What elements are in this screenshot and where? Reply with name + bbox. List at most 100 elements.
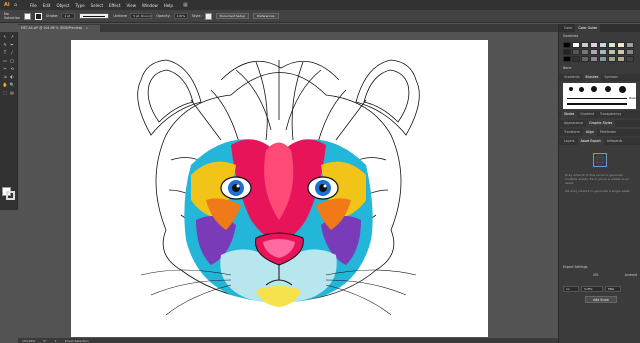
swatch[interactable] [599, 49, 607, 55]
swatch[interactable] [590, 49, 598, 55]
tab-gradient[interactable]: Gradient [577, 111, 597, 118]
swatch[interactable] [590, 56, 598, 62]
menu-edit[interactable]: Edit [43, 3, 51, 8]
menu-window[interactable]: Window [142, 3, 158, 8]
document-tab[interactable]: MET-A4.ai* @ 104.96 % (RGB/Preview) × [18, 25, 100, 32]
swatch[interactable] [617, 49, 625, 55]
swatch[interactable] [617, 56, 625, 62]
tab-transparency[interactable]: Transparency [597, 111, 624, 118]
stroke-swatch[interactable] [35, 12, 42, 20]
shape-builder-icon[interactable]: ◐ [9, 74, 15, 79]
swatch[interactable] [617, 42, 625, 48]
swatch[interactable] [572, 49, 580, 55]
ios-preset[interactable]: iOS [593, 273, 598, 277]
selection-tool-icon[interactable]: ↖ [2, 34, 8, 39]
add-scale-button[interactable]: Add Scale [585, 296, 617, 303]
swatch[interactable] [599, 42, 607, 48]
tab-appearance[interactable]: Appearance [561, 120, 586, 127]
profile-label[interactable]: Uniform [113, 14, 127, 18]
menu-type[interactable]: Type [75, 3, 84, 8]
brush-stroke-preview[interactable] [567, 98, 627, 99]
variable-width-profile[interactable] [79, 13, 110, 19]
graphic-style-swatch[interactable] [204, 12, 212, 20]
swatch[interactable] [572, 42, 580, 48]
brush-dot[interactable] [619, 86, 626, 93]
menu-file[interactable]: File [30, 3, 37, 8]
zoom-tool-icon[interactable]: 🔍 [9, 82, 15, 87]
tab-align[interactable]: Align [582, 129, 597, 136]
asset-export-panel[interactable]: ⬚ Drag artwork to this panel to generate… [559, 145, 640, 235]
tab-brushes[interactable]: Brushes [582, 74, 602, 81]
swatch[interactable] [581, 42, 589, 48]
home-icon[interactable]: ⌂ [14, 2, 22, 8]
format-select[interactable]: PNG [605, 286, 621, 292]
artboard-tool-icon[interactable]: ⬚ [2, 90, 8, 95]
swatch[interactable] [563, 49, 571, 55]
android-preset[interactable]: Android [625, 273, 637, 277]
rotation-angle[interactable]: 0° [43, 339, 46, 343]
scissors-tool-icon[interactable]: ✂ [2, 66, 8, 71]
swatch[interactable] [581, 56, 589, 62]
type-tool-icon[interactable]: T [2, 50, 8, 55]
tab-stroke[interactable]: Stroke [561, 111, 578, 118]
zoom-level[interactable]: 104.96% [22, 339, 35, 343]
document-setup-button[interactable]: Document Setup [215, 13, 249, 19]
suffix-field[interactable]: Suffix [581, 286, 603, 292]
swatch[interactable] [626, 56, 634, 62]
brush-dot[interactable] [579, 87, 584, 92]
swatch[interactable] [608, 56, 616, 62]
tab-graphic-styles[interactable]: Graphic Styles [586, 120, 616, 127]
tab-color-guide[interactable]: Color Guide [575, 24, 601, 32]
stroke-label[interactable]: Stroke: [46, 14, 58, 18]
brush-dot[interactable] [605, 86, 611, 92]
swatch[interactable] [572, 56, 580, 62]
menu-help[interactable]: Help [164, 3, 173, 8]
pen-tool-icon[interactable]: ✒ [9, 42, 15, 47]
stroke-color-box[interactable] [6, 191, 15, 200]
brush-dot[interactable] [591, 86, 597, 92]
tab-symbols[interactable]: Symbols [601, 74, 621, 81]
tab-pathfinder[interactable]: Pathfinder [597, 129, 619, 136]
swatch[interactable] [608, 42, 616, 48]
swatch[interactable] [590, 42, 598, 48]
menu-select[interactable]: Select [91, 3, 103, 8]
stroke-weight-field[interactable]: 1 pt [61, 13, 76, 19]
swatch[interactable] [581, 49, 589, 55]
opacity-label[interactable]: Opacity: [156, 14, 170, 18]
tab-color[interactable]: Color [561, 24, 575, 32]
line-tool-icon[interactable]: / [9, 50, 15, 55]
close-icon[interactable]: × [85, 26, 88, 30]
tab-transform[interactable]: Transform [561, 129, 583, 136]
preferences-button[interactable]: Preferences [252, 13, 279, 19]
rotate-tool-icon[interactable]: ⟲ [9, 66, 15, 71]
tab-asset-export[interactable]: Asset Export [577, 138, 604, 145]
tab-artboards[interactable]: Artboards [604, 138, 626, 145]
graph-tool-icon[interactable]: ▤ [9, 90, 15, 95]
menu-object[interactable]: Object [56, 3, 69, 8]
swatch[interactable] [608, 49, 616, 55]
brush-library[interactable]: Basic [563, 83, 637, 109]
hand-tool-icon[interactable]: ✋ [2, 82, 8, 87]
swatch[interactable] [599, 56, 607, 62]
opacity-field[interactable]: 100% [173, 13, 188, 19]
brush-dot[interactable] [569, 87, 573, 91]
workspace-grid-icon[interactable]: ▦ [183, 2, 188, 8]
pencil-tool-icon[interactable]: ✎ [2, 42, 8, 47]
swatch[interactable] [626, 49, 634, 55]
brush-stroke-preview[interactable] [567, 103, 627, 105]
artboard[interactable] [71, 40, 488, 337]
swatch[interactable] [563, 42, 571, 48]
tab-gradients[interactable]: Gradients [561, 74, 583, 81]
rectangle-tool-icon[interactable]: ▭ [2, 58, 8, 63]
brush-definition[interactable]: 5 pt. Round [130, 13, 153, 19]
scale-tool-icon[interactable]: ⇲ [2, 74, 8, 79]
tab-layers[interactable]: Layers [561, 138, 578, 145]
menu-effect[interactable]: Effect [109, 3, 121, 8]
fill-swatch[interactable] [24, 12, 31, 20]
ellipse-tool-icon[interactable]: ◯ [9, 58, 15, 63]
scale-select[interactable]: 1x [563, 286, 579, 292]
export-settings-label[interactable]: Export Settings [563, 265, 637, 269]
direct-selection-tool-icon[interactable]: ↗ [9, 34, 15, 39]
swatch[interactable] [626, 42, 634, 48]
swatch[interactable] [563, 56, 571, 62]
